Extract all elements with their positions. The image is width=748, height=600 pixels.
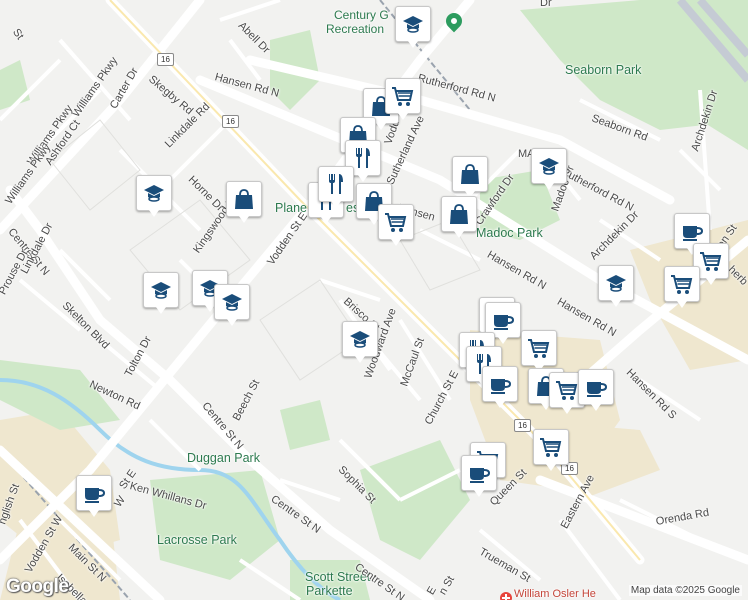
- park-label[interactable]: Duggan Park: [187, 451, 260, 465]
- poi-marker-shopping-bag[interactable]: [441, 196, 477, 238]
- poi-marker-grocery-cart[interactable]: [521, 330, 557, 372]
- poi-marker-grocery-cart[interactable]: [385, 78, 421, 120]
- park-label[interactable]: Lacrosse Park: [157, 533, 237, 547]
- street-label: Dr: [540, 0, 552, 9]
- poi-marker-school[interactable]: [395, 6, 431, 48]
- poi-marker-restaurant[interactable]: [318, 166, 354, 208]
- poi-marker-school[interactable]: [342, 321, 378, 363]
- poi-marker-grocery-cart[interactable]: [664, 266, 700, 308]
- poi-marker-grocery-cart[interactable]: [533, 429, 569, 471]
- google-logo: Google: [6, 576, 69, 597]
- poi-marker-school[interactable]: [598, 265, 634, 307]
- poi-marker-grocery-cart[interactable]: [378, 204, 414, 246]
- poi-marker-coffee[interactable]: [76, 475, 112, 517]
- map-canvas[interactable]: 16 16 16 16 Century G Recreation Seaborn…: [0, 0, 748, 600]
- highway-shield: 16: [222, 115, 239, 128]
- map-attribution: Map data ©2025 Google: [628, 585, 742, 596]
- highway-shield: 16: [157, 53, 174, 66]
- poi-marker-shopping-bag[interactable]: [452, 156, 488, 198]
- park-label[interactable]: Seaborn Park: [565, 63, 641, 77]
- park-label[interactable]: Parkette: [306, 584, 353, 598]
- park-label[interactable]: Madoc Park: [476, 226, 543, 240]
- poi-marker-coffee[interactable]: [461, 455, 497, 497]
- poi-marker-school[interactable]: [214, 284, 250, 326]
- poi-marker-coffee[interactable]: [482, 366, 518, 408]
- highway-shield: 16: [514, 419, 531, 432]
- park-label[interactable]: Century G: [334, 8, 389, 22]
- poi-marker-school[interactable]: [143, 272, 179, 314]
- poi-marker-shopping-bag[interactable]: [226, 181, 262, 223]
- hospital-icon[interactable]: [500, 592, 512, 600]
- poi-marker-school[interactable]: [531, 148, 567, 190]
- hospital-label[interactable]: William Osler He: [514, 588, 596, 600]
- poi-marker-school[interactable]: [136, 175, 172, 217]
- park-label[interactable]: Recreation: [326, 22, 384, 36]
- poi-marker-coffee[interactable]: [578, 369, 614, 411]
